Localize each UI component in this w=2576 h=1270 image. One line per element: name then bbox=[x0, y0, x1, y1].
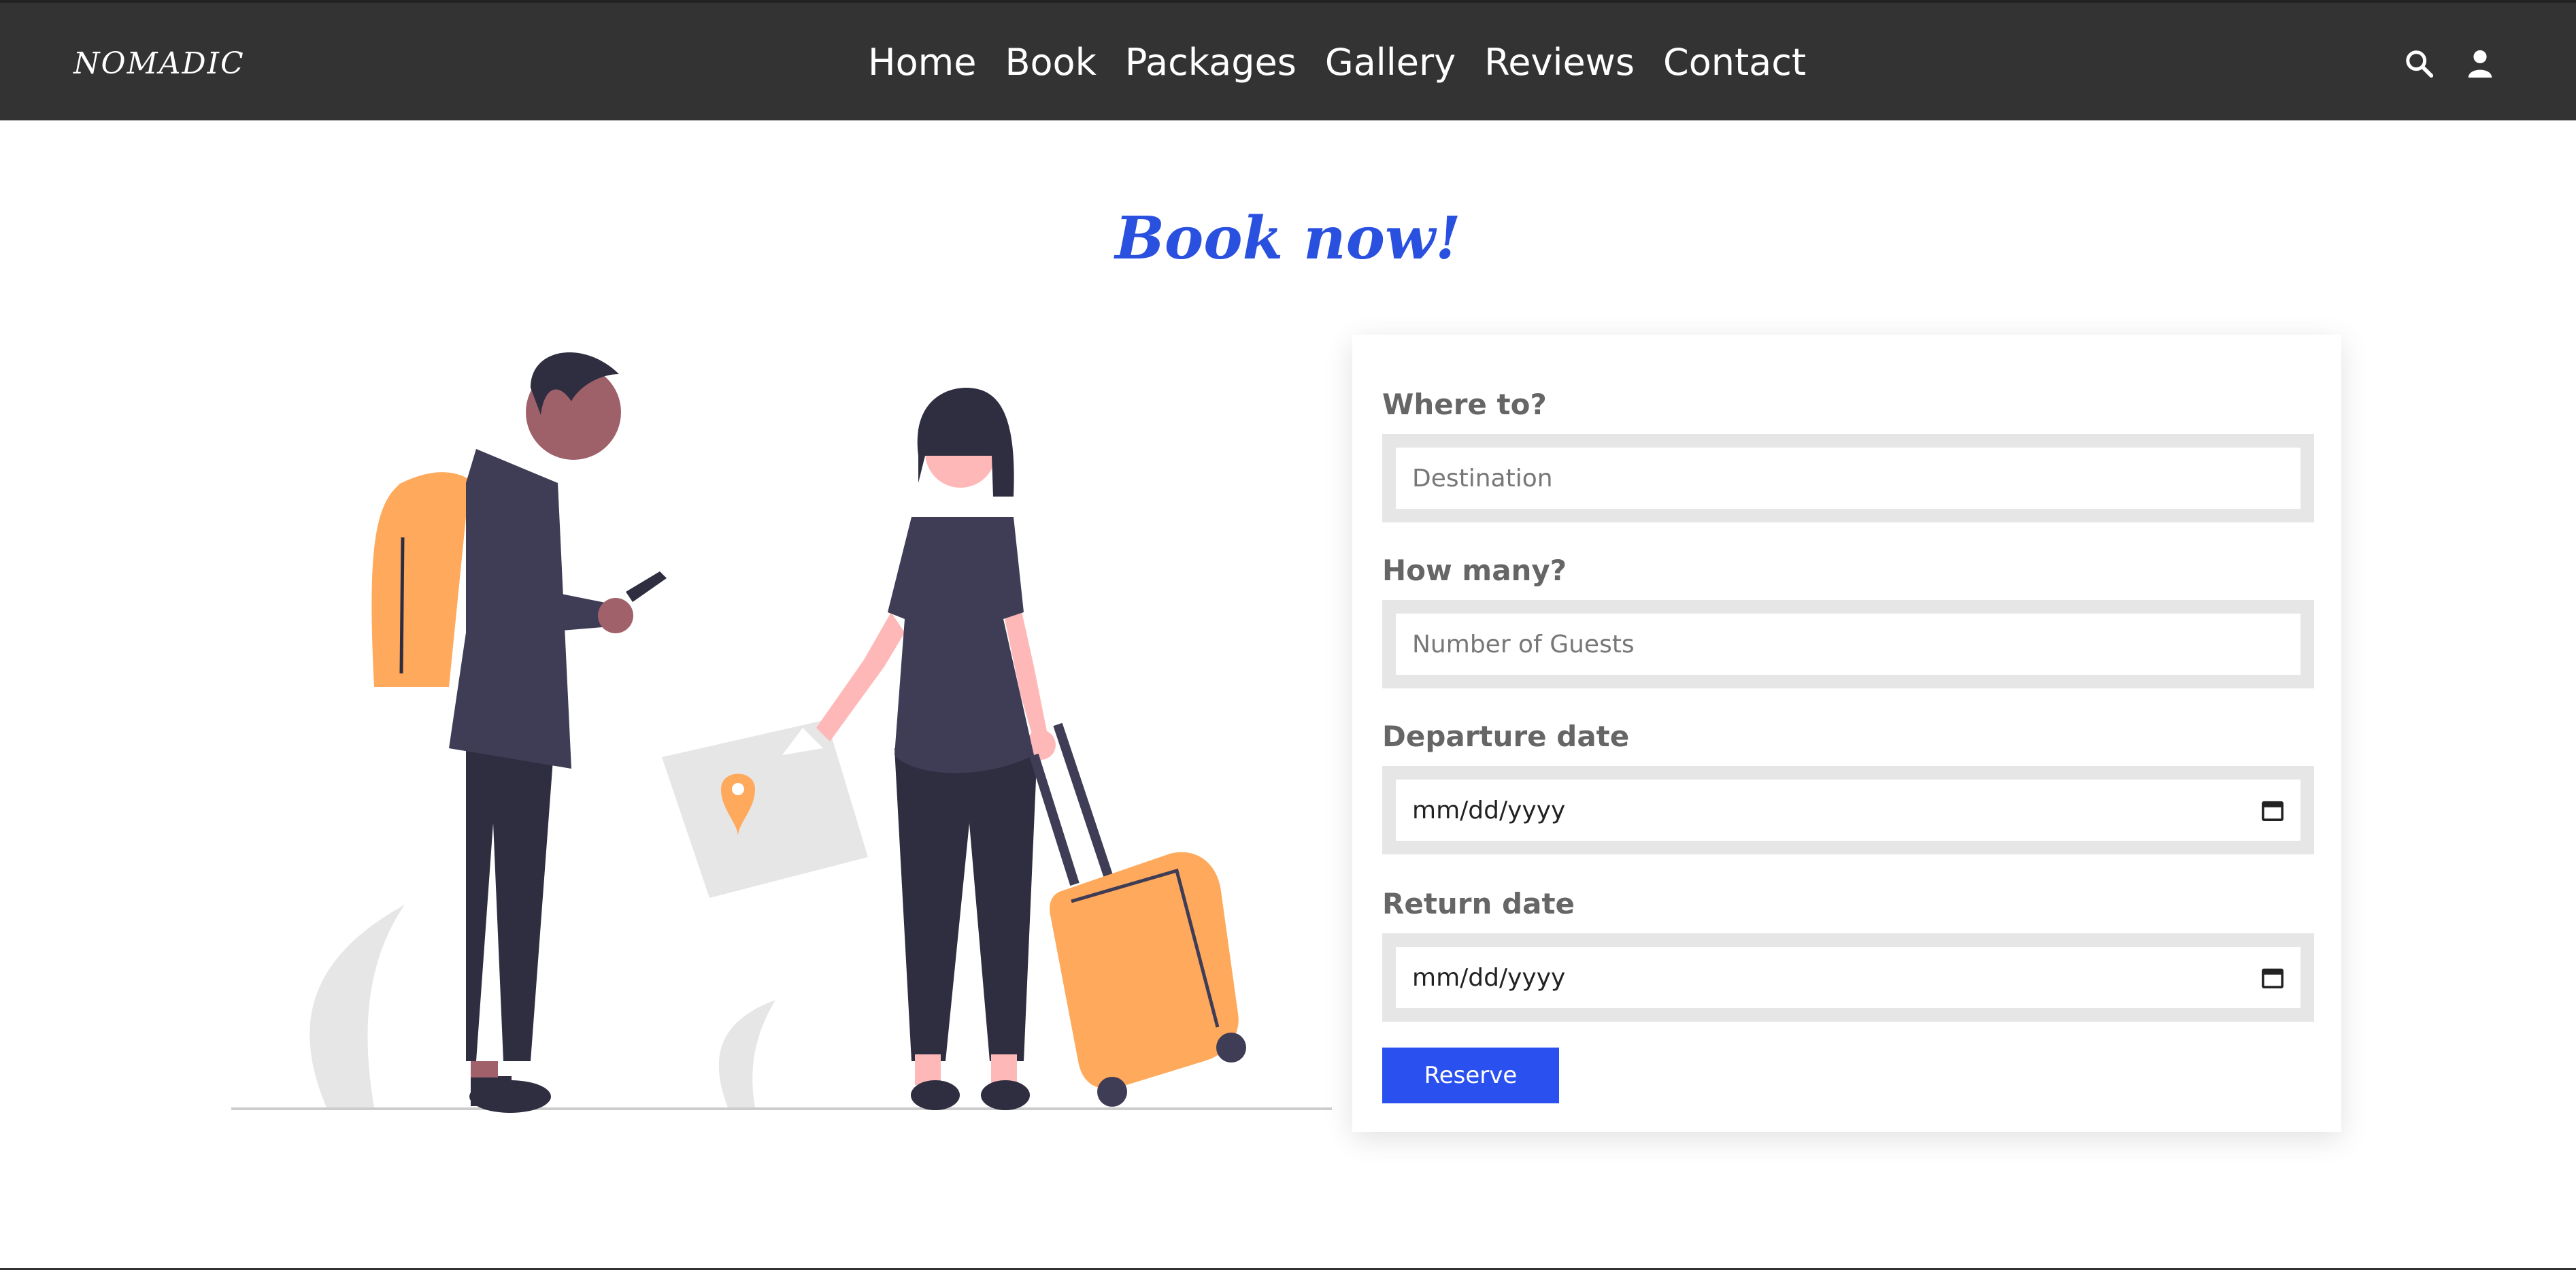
nav-link-gallery[interactable]: Gallery bbox=[1325, 41, 1456, 84]
departure-date-input[interactable]: mm/dd/yyyy bbox=[1396, 780, 2301, 841]
travelers-illustration bbox=[231, 352, 1332, 1113]
return-date-value: mm/dd/yyyy bbox=[1412, 963, 1566, 992]
nav-link-packages[interactable]: Packages bbox=[1125, 41, 1297, 84]
departure-label: Departure date bbox=[1382, 720, 1630, 753]
calendar-icon[interactable] bbox=[2261, 799, 2284, 822]
nav-link-home[interactable]: Home bbox=[868, 41, 976, 84]
nav-links: Home Book Packages Gallery Reviews Conta… bbox=[868, 41, 1806, 84]
user-icon[interactable] bbox=[2464, 48, 2496, 79]
return-field-wrap: mm/dd/yyyy bbox=[1382, 933, 2314, 1022]
logo[interactable]: NOMADIC bbox=[73, 46, 245, 81]
calendar-icon[interactable] bbox=[2261, 966, 2284, 989]
departure-field-wrap: mm/dd/yyyy bbox=[1382, 766, 2314, 854]
return-label: Return date bbox=[1382, 887, 1575, 920]
nav-link-reviews[interactable]: Reviews bbox=[1484, 41, 1635, 84]
guests-label: How many? bbox=[1382, 554, 1567, 587]
page-title: Book now! bbox=[1115, 204, 1461, 273]
search-icon[interactable] bbox=[2403, 48, 2435, 79]
guests-input[interactable] bbox=[1396, 614, 2301, 675]
nav-link-book[interactable]: Book bbox=[1005, 41, 1096, 84]
guests-field-wrap bbox=[1382, 600, 2314, 688]
destination-input[interactable] bbox=[1396, 448, 2301, 509]
destination-field-wrap bbox=[1382, 434, 2314, 522]
reserve-button[interactable]: Reserve bbox=[1382, 1048, 1559, 1103]
nav-link-contact[interactable]: Contact bbox=[1663, 41, 1806, 84]
departure-date-value: mm/dd/yyyy bbox=[1412, 796, 1566, 824]
destination-label: Where to? bbox=[1382, 388, 1547, 421]
nav-icons bbox=[2403, 48, 2496, 79]
booking-form: Where to? How many? Departure date mm/dd… bbox=[1352, 335, 2341, 1132]
navbar: NOMADIC Home Book Packages Gallery Revie… bbox=[0, 0, 2576, 120]
return-date-input[interactable]: mm/dd/yyyy bbox=[1396, 947, 2301, 1008]
